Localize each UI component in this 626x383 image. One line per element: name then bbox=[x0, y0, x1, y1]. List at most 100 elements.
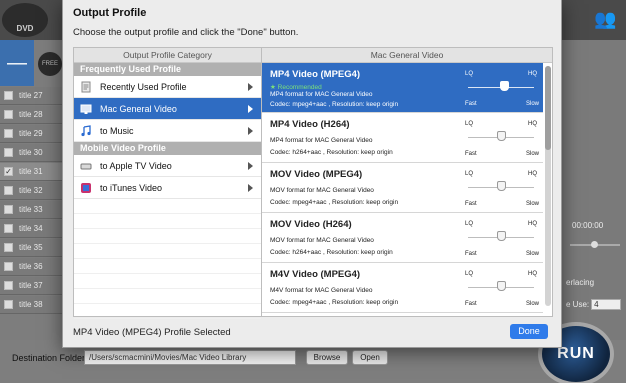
destination-label: Destination Folder: bbox=[12, 353, 88, 363]
speed-fast-label: Fast bbox=[465, 251, 477, 257]
recommended-badge: ★ Recommended bbox=[270, 84, 322, 91]
title-row[interactable]: title 35 bbox=[0, 239, 62, 257]
title-checkbox[interactable] bbox=[4, 110, 13, 119]
title-checkbox[interactable] bbox=[4, 281, 13, 290]
title-checkbox[interactable] bbox=[4, 129, 13, 138]
title-label: title 36 bbox=[19, 262, 43, 271]
title-label: title 27 bbox=[19, 91, 43, 100]
collapse-button[interactable]: — bbox=[0, 40, 34, 86]
itunes-icon bbox=[80, 182, 92, 194]
quality-slider-knob[interactable] bbox=[496, 131, 506, 141]
profile-item[interactable]: MP4 Video (H264) MP4 format for MAC Gener… bbox=[262, 113, 543, 163]
done-button[interactable]: Done bbox=[510, 324, 548, 339]
category-empty-rows bbox=[74, 199, 261, 319]
quality-slider-knob[interactable] bbox=[496, 281, 506, 291]
title-checkbox[interactable] bbox=[4, 243, 13, 252]
title-checkbox[interactable] bbox=[4, 91, 13, 100]
profile-item[interactable]: MOV Video (H264) MOV format for MAC Gener… bbox=[262, 213, 543, 263]
title-checkbox[interactable] bbox=[4, 224, 13, 233]
category-label: to Apple TV Video bbox=[100, 160, 172, 171]
empty-row bbox=[74, 244, 261, 259]
dvd-disc-icon: FREE bbox=[38, 52, 62, 76]
quality-lq-label: LQ bbox=[465, 271, 474, 277]
profile-codec: Codec: mpeg4+aac , Resolution: keep orig… bbox=[270, 101, 399, 108]
browse-button[interactable]: Browse bbox=[306, 350, 348, 365]
profile-description: MP4 format for MAC General Video bbox=[270, 137, 373, 144]
logo-label: DVD bbox=[16, 24, 34, 33]
title-row[interactable]: title 27 bbox=[0, 87, 62, 105]
title-checkbox[interactable] bbox=[4, 262, 13, 271]
profile-panel-header: Mac General Video bbox=[262, 48, 552, 63]
quality-slider-knob[interactable] bbox=[499, 81, 509, 91]
section-mobile-video: Mobile Video Profile bbox=[74, 142, 261, 155]
dialog-title: Output Profile bbox=[73, 7, 147, 19]
mobile-category-list: to Apple TV Video to iTunes Video bbox=[74, 155, 261, 199]
title-checkbox[interactable] bbox=[4, 186, 13, 195]
title-label: title 35 bbox=[19, 243, 43, 252]
chevron-right-icon bbox=[248, 161, 253, 170]
chevron-right-icon bbox=[248, 183, 253, 192]
title-label: title 34 bbox=[19, 224, 43, 233]
quality-slider-knob[interactable] bbox=[496, 181, 506, 191]
title-checkbox[interactable] bbox=[4, 205, 13, 214]
title-row[interactable]: ✓ title 31 bbox=[0, 163, 62, 181]
category-item[interactable]: to Apple TV Video bbox=[74, 155, 261, 177]
profile-codec: Codec: mpeg4+aac , Resolution: keep orig… bbox=[270, 299, 399, 306]
title-label: title 30 bbox=[19, 148, 43, 157]
title-row[interactable]: title 33 bbox=[0, 201, 62, 219]
chevron-right-icon bbox=[248, 82, 253, 91]
category-item[interactable]: Mac General Video bbox=[74, 98, 261, 120]
playback-time: 00:00:00 bbox=[572, 221, 604, 230]
title-row[interactable]: title 28 bbox=[0, 106, 62, 124]
category-item[interactable]: to iTunes Video bbox=[74, 177, 261, 199]
speed-slow-label: Slow bbox=[526, 201, 540, 207]
output-profile-dialog: Output Profile Choose the output profile… bbox=[62, 0, 562, 348]
title-label: title 37 bbox=[19, 281, 43, 290]
destination-path-field[interactable]: /Users/scmacmini/Movies/Mac Video Librar… bbox=[84, 350, 296, 365]
profile-item[interactable]: MOV Video (MPEG4) MOV format for MAC Gene… bbox=[262, 163, 543, 213]
speed-slow-label: Slow bbox=[526, 151, 540, 157]
profile-item[interactable]: MP4 Video (MPEG4) ★ Recommended MP4 format… bbox=[262, 63, 543, 113]
quality-hq-label: HQ bbox=[528, 171, 537, 177]
volume-slider-knob[interactable] bbox=[591, 241, 598, 248]
title-row[interactable]: title 30 bbox=[0, 144, 62, 162]
profile-scrollbar-thumb[interactable] bbox=[545, 66, 551, 150]
title-row[interactable]: title 36 bbox=[0, 258, 62, 276]
quality-hq-label: HQ bbox=[528, 221, 537, 227]
profile-description: MP4 format for MAC General Video bbox=[270, 91, 373, 98]
speed-slow-label: Slow bbox=[526, 101, 540, 107]
profile-name: MP4 Video (MPEG4) bbox=[270, 69, 361, 80]
speed-slow-label: Slow bbox=[526, 301, 540, 307]
selection-status: MP4 Video (MPEG4) Profile Selected bbox=[73, 327, 231, 338]
category-item[interactable]: Recently Used Profile bbox=[74, 76, 261, 98]
profile-description: MOV format for MAC General Video bbox=[270, 237, 374, 244]
profile-list: MP4 Video (MPEG4) ★ Recommended MP4 format… bbox=[262, 63, 552, 313]
quality-hq-label: HQ bbox=[528, 121, 537, 127]
title-row[interactable]: title 37 bbox=[0, 277, 62, 295]
users-icon[interactable]: 👥 bbox=[594, 8, 616, 30]
title-label: title 29 bbox=[19, 129, 43, 138]
title-checkbox[interactable] bbox=[4, 300, 13, 309]
quality-lq-label: LQ bbox=[465, 221, 474, 227]
quality-slider-knob[interactable] bbox=[496, 231, 506, 241]
title-row[interactable]: title 34 bbox=[0, 220, 62, 238]
title-row[interactable]: title 29 bbox=[0, 125, 62, 143]
empty-row bbox=[74, 289, 261, 304]
open-button[interactable]: Open bbox=[352, 350, 388, 365]
apple-tv-icon bbox=[80, 160, 92, 172]
profile-item[interactable]: M4V Video (MPEG4) M4V format for MAC Gene… bbox=[262, 263, 543, 313]
profile-description: M4V format for MAC General Video bbox=[270, 287, 373, 294]
quality-hq-label: HQ bbox=[528, 71, 537, 77]
title-row[interactable]: title 32 bbox=[0, 182, 62, 200]
empty-row bbox=[74, 304, 261, 319]
category-item[interactable]: to Music bbox=[74, 120, 261, 142]
cpu-use-select[interactable]: 4 bbox=[591, 299, 622, 310]
frequent-category-list: Recently Used Profile Mac General Video to… bbox=[74, 76, 261, 142]
empty-row bbox=[74, 259, 261, 274]
title-checkbox[interactable]: ✓ bbox=[4, 167, 13, 176]
title-checkbox[interactable] bbox=[4, 148, 13, 157]
title-row[interactable]: title 38 bbox=[0, 296, 62, 314]
section-frequently-used: Frequently Used Profile bbox=[74, 63, 261, 76]
empty-row bbox=[74, 199, 261, 214]
category-label: to Music bbox=[100, 125, 134, 136]
